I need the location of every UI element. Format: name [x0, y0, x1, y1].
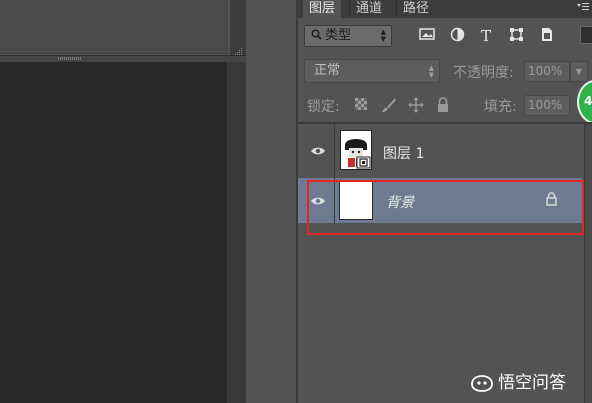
lock-move-icon[interactable] [408, 97, 424, 113]
row-divider [334, 124, 335, 178]
tab-paths[interactable]: 路径 [396, 0, 435, 18]
fill-label: 填充: [484, 99, 517, 115]
shape-filter-icon[interactable] [507, 27, 525, 45]
fill-input[interactable]: 100% [524, 95, 570, 116]
layers-scrollbar[interactable] [584, 124, 592, 403]
watermark-text: 悟空问答 [498, 373, 566, 393]
panel-menu-icon[interactable] [574, 2, 590, 14]
select-arrows-icon: ▲ ▼ [380, 28, 386, 43]
layer-filter-label: 类型 [325, 28, 352, 43]
opacity-dropdown-icon[interactable]: ▼ [570, 61, 588, 82]
search-icon [311, 29, 322, 40]
panel-tab-bar [298, 0, 592, 18]
canvas-area[interactable] [0, 62, 226, 403]
tab-layers[interactable]: 图层 [303, 0, 342, 18]
adjustment-filter-icon[interactable] [448, 27, 466, 45]
layer-filter-select[interactable]: 类型 ▲ ▼ [304, 25, 392, 47]
tab-channels[interactable]: 通道 [349, 0, 388, 18]
select-arrows-icon: ▲ ▼ [428, 64, 434, 79]
text-filter-icon[interactable]: T [477, 27, 495, 45]
opacity-label: 不透明度: [453, 65, 514, 81]
wukong-logo-icon [470, 374, 494, 392]
image-filter-icon[interactable] [418, 27, 436, 45]
canvas-scrollbar[interactable] [226, 62, 247, 403]
layer-row-layer1[interactable]: 图层 1 [298, 124, 582, 179]
opacity-input[interactable]: 100% [524, 61, 570, 82]
layer-name[interactable]: 图层 1 [383, 143, 424, 163]
layer-thumbnail[interactable] [340, 130, 372, 170]
lock-transparent-icon[interactable] [353, 97, 369, 113]
panel-dock-gap [246, 0, 296, 403]
resize-grip-icon[interactable] [234, 42, 244, 55]
highlight-box [307, 180, 584, 235]
filter-toggle-switch[interactable] [580, 26, 592, 44]
lock-all-icon[interactable] [435, 97, 451, 113]
lock-label: 锁定: [307, 99, 340, 115]
blend-mode-select[interactable]: 正常 ▲ ▼ [304, 59, 440, 83]
blend-mode-value: 正常 [314, 63, 341, 78]
document-panel [0, 0, 228, 54]
smart-object-filter-icon[interactable] [537, 27, 555, 45]
lock-paint-icon[interactable] [381, 97, 397, 113]
visibility-eye-icon[interactable] [310, 146, 326, 156]
